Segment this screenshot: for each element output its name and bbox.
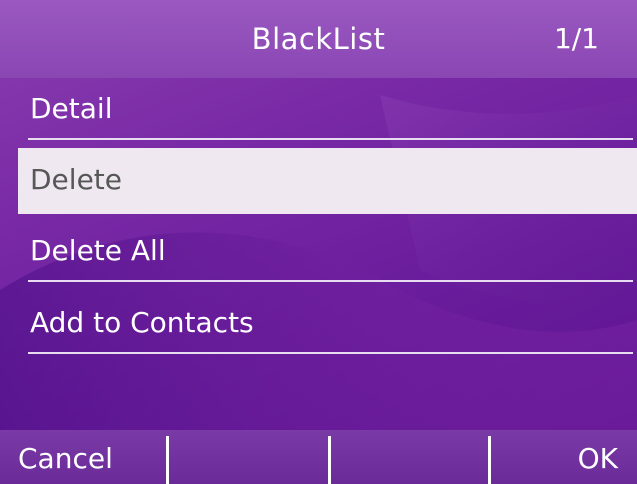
softkey-3[interactable] [332, 430, 488, 484]
menu-item-label: Detail [30, 92, 113, 125]
menu-item-delete-all[interactable]: Delete All [18, 220, 637, 282]
softkey-2[interactable] [170, 430, 328, 484]
ok-softkey[interactable]: OK [492, 430, 618, 484]
divider [28, 138, 633, 140]
page-title: BlackList [251, 22, 386, 56]
menu-item-label: Delete [30, 163, 122, 196]
menu-item-add-to-contacts[interactable]: Add to Contacts [18, 292, 637, 354]
page-indicator: 1/1 [553, 22, 599, 55]
divider [28, 352, 633, 354]
softkey-bar: Cancel OK [0, 430, 637, 484]
cancel-softkey[interactable]: Cancel [18, 430, 158, 484]
menu-item-detail[interactable]: Detail [18, 78, 637, 140]
menu-item-label: Add to Contacts [30, 306, 254, 339]
softkey-separator [328, 436, 331, 484]
softkey-separator [166, 436, 169, 484]
menu-item-label: Delete All [30, 234, 166, 267]
softkey-separator [488, 436, 491, 484]
phone-screen: BlackList 1/1 Detail Delete Delete All A… [0, 0, 637, 484]
divider [28, 280, 633, 282]
menu-item-delete[interactable]: Delete [18, 148, 637, 214]
